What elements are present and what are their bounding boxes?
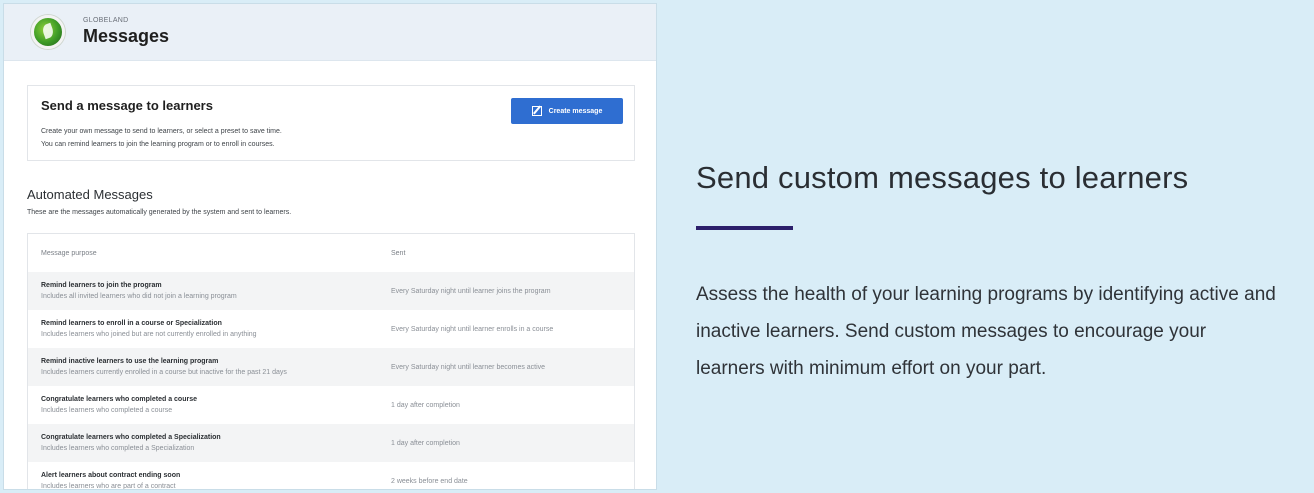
row-sent: 2 weeks before end date [391, 477, 468, 485]
brand-name: GLOBELAND [83, 17, 129, 24]
table-row[interactable]: Alert learners about contract ending soo… [28, 462, 634, 490]
row-sent: 1 day after completion [391, 401, 460, 409]
row-purpose: Alert learners about contract ending soo… [41, 472, 391, 490]
marketing-body: Assess the health of your learning progr… [696, 284, 1276, 379]
row-purpose: Congratulate learners who completed a co… [41, 396, 391, 414]
row-subtitle: Includes all invited learners who did no… [41, 293, 237, 300]
row-title: Congratulate learners who completed a Sp… [41, 434, 221, 441]
product-screenshot: GLOBELAND Messages Send a message to lea… [3, 3, 657, 490]
app-header: GLOBELAND Messages [4, 4, 656, 61]
row-purpose: Remind learners to enroll in a course or… [41, 320, 391, 338]
create-message-button[interactable]: Create message [511, 98, 623, 124]
send-message-desc-line1: Create your own message to send to learn… [41, 128, 282, 135]
create-message-label: Create message [548, 107, 603, 115]
automated-messages-table: Message purpose Sent Remind learners to … [27, 233, 635, 490]
row-subtitle: Includes learners currently enrolled in … [41, 369, 287, 376]
table-row[interactable]: Remind inactive learners to use the lear… [28, 348, 634, 386]
send-message-description: Create your own message to send to learn… [41, 125, 621, 151]
accent-divider [696, 226, 793, 230]
row-title: Remind learners to enroll in a course or… [41, 320, 222, 327]
send-message-card: Send a message to learners Create your o… [27, 85, 635, 161]
brand-block: GLOBELAND Messages [83, 17, 169, 47]
row-sent: Every Saturday night until learner becom… [391, 363, 546, 371]
automated-messages-description: These are the messages automatically gen… [27, 209, 292, 216]
row-subtitle: Includes learners who joined but are not… [41, 331, 257, 338]
marketing-headline: Send custom messages to learners [696, 160, 1189, 195]
table-row[interactable]: Congratulate learners who completed a co… [28, 386, 634, 424]
row-purpose: Remind inactive learners to use the lear… [41, 358, 391, 376]
row-sent: 1 day after completion [391, 439, 460, 447]
table-row[interactable]: Remind learners to join the program Incl… [28, 272, 634, 310]
send-message-desc-line2: You can remind learners to join the lear… [41, 141, 275, 148]
row-sent: Every Saturday night until learner joins… [391, 287, 551, 295]
column-header-sent: Sent [391, 249, 406, 257]
row-subtitle: Includes learners who are part of a cont… [41, 483, 176, 490]
column-header-purpose: Message purpose [41, 249, 97, 257]
row-sent: Every Saturday night until learner enrol… [391, 325, 554, 333]
row-subtitle: Includes learners who completed a Specia… [41, 445, 195, 452]
table-row[interactable]: Congratulate learners who completed a Sp… [28, 424, 634, 462]
row-purpose: Remind learners to join the program Incl… [41, 282, 391, 300]
automated-messages-title: Automated Messages [27, 187, 153, 202]
row-title: Congratulate learners who completed a co… [41, 396, 197, 403]
row-subtitle: Includes learners who completed a course [41, 407, 173, 414]
page-title: Messages [83, 26, 170, 46]
row-title: Remind learners to join the program [41, 282, 162, 289]
pen-edit-icon [531, 106, 542, 116]
marketing-panel: Send custom messages to learners Assess … [696, 160, 1276, 387]
table-header: Message purpose Sent [28, 234, 634, 272]
table-row[interactable]: Remind learners to enroll in a course or… [28, 310, 634, 348]
row-purpose: Congratulate learners who completed a Sp… [41, 434, 391, 452]
row-title: Remind inactive learners to use the lear… [41, 358, 219, 365]
globe-logo-icon [31, 15, 65, 49]
row-title: Alert learners about contract ending soo… [41, 472, 181, 479]
